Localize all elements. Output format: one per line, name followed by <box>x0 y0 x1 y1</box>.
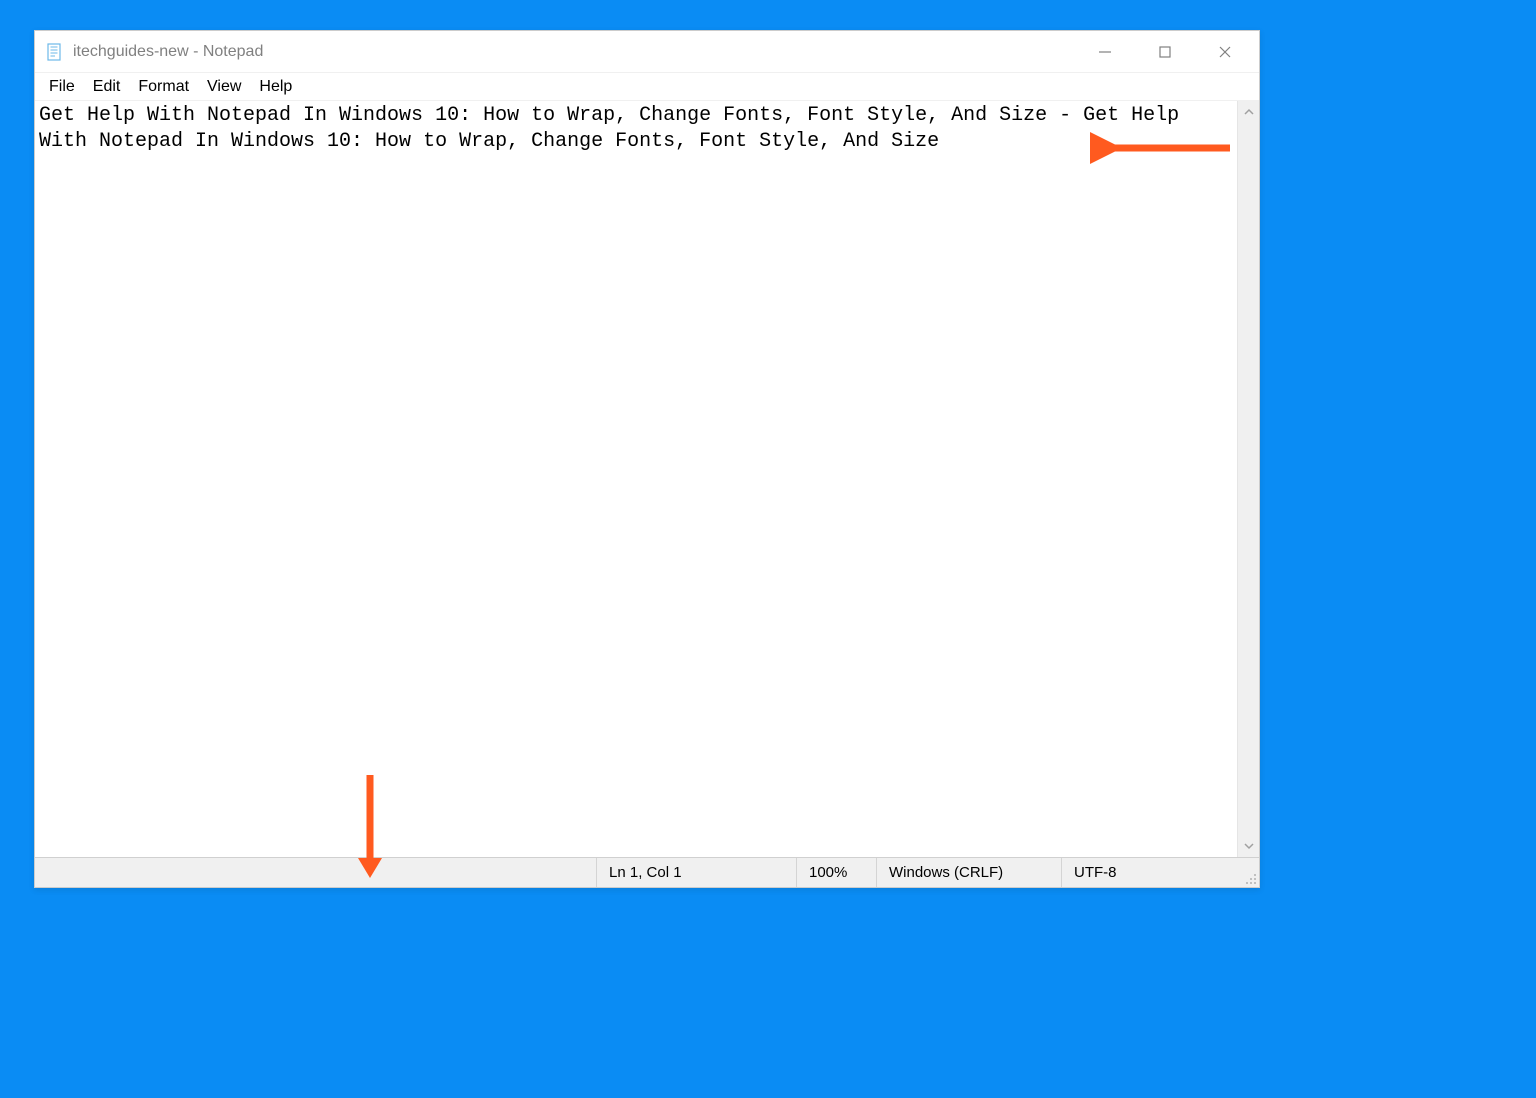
maximize-button[interactable] <box>1135 31 1195 73</box>
menubar: File Edit Format View Help <box>35 73 1259 101</box>
menu-help[interactable]: Help <box>251 76 300 98</box>
scroll-up-icon[interactable] <box>1238 101 1260 123</box>
text-editor[interactable]: Get Help With Notepad In Windows 10: How… <box>35 101 1237 857</box>
titlebar[interactable]: itechguides-new - Notepad <box>35 31 1259 73</box>
menu-format[interactable]: Format <box>130 76 197 98</box>
status-line-col: Ln 1, Col 1 <box>596 858 796 887</box>
statusbar: Ln 1, Col 1 100% Windows (CRLF) UTF-8 <box>35 857 1259 887</box>
status-zoom: 100% <box>796 858 876 887</box>
notepad-window: itechguides-new - Notepad File Edit Form… <box>34 30 1260 888</box>
scroll-down-icon[interactable] <box>1238 835 1260 857</box>
editor-area: Get Help With Notepad In Windows 10: How… <box>35 101 1259 857</box>
menu-edit[interactable]: Edit <box>85 76 129 98</box>
close-button[interactable] <box>1195 31 1255 73</box>
menu-file[interactable]: File <box>41 76 83 98</box>
resize-grip-icon[interactable] <box>1241 858 1259 887</box>
minimize-button[interactable] <box>1075 31 1135 73</box>
status-encoding: UTF-8 <box>1061 858 1241 887</box>
vertical-scrollbar[interactable] <box>1237 101 1259 857</box>
notepad-app-icon <box>45 42 65 62</box>
status-line-ending: Windows (CRLF) <box>876 858 1061 887</box>
menu-view[interactable]: View <box>199 76 249 98</box>
status-left-empty <box>35 858 596 887</box>
window-title: itechguides-new - Notepad <box>73 43 263 61</box>
